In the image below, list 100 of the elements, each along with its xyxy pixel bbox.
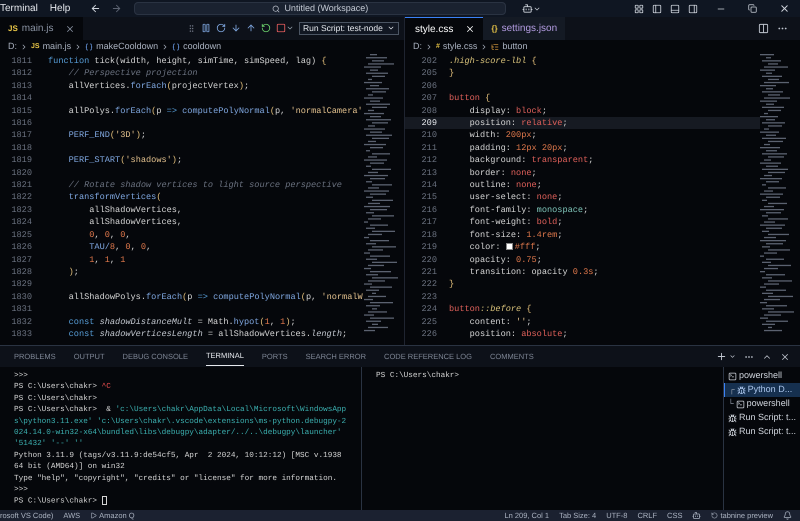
code-line: // Perspective projection [68,68,198,78]
breadcrumb-item[interactable]: button [502,40,528,54]
grip-icon[interactable] [187,24,196,32]
copilot-icon[interactable] [522,3,534,14]
toggle-secondary-sidebar-icon[interactable] [688,4,698,14]
code-line: PERF_END('3D'); [68,130,146,140]
line-number: 226 [420,328,438,340]
line-number: 217 [420,216,438,229]
close-icon[interactable] [779,3,790,14]
new-terminal-icon[interactable] [716,351,727,362]
search-icon [272,4,280,12]
bug-icon [736,386,746,394]
bug-icon [728,428,737,436]
close-icon[interactable] [65,24,76,34]
line-number: 1825 [10,228,33,242]
split-editor-icon[interactable] [758,23,769,34]
line-number: 1817 [10,129,33,142]
line-number: 1812 [10,67,33,80]
code-line: font-family: monospace; [468,204,588,215]
line-number: 220 [420,254,438,266]
layout-icon[interactable] [634,4,644,14]
line-number: 1816 [10,117,33,130]
menu-item[interactable]: Terminal [0,1,44,16]
line-number: 1833 [10,328,33,340]
tree-connector: └ [728,398,734,410]
copilot-icon[interactable] [692,511,702,520]
line-number: 207 [420,92,438,105]
toggle-sidebar-icon[interactable] [652,4,662,14]
terminal-list-item[interactable]: Run Script: t... [724,411,800,425]
line-number: 210 [420,129,438,142]
command-center-search[interactable]: Untitled (Workspace) [134,2,506,15]
line-number: 1830 [10,290,33,304]
breadcrumb-item[interactable]: main.js [42,40,72,54]
code-line: allShadowVertices, [88,204,182,215]
terminal-list-item[interactable]: powershell [724,369,800,383]
restore-icon[interactable] [748,4,757,13]
stop-icon[interactable] [276,23,286,33]
line-number: 209 [420,117,438,130]
terminal-icon [736,400,745,408]
code-line: const shadowVerticesLength = allShadowVertices.length; [68,328,348,339]
line-number: 1821 [10,179,33,192]
back-icon[interactable] [90,3,102,14]
caret-icon[interactable] [286,24,294,32]
code-line: padding: 12px 20px; [468,142,568,153]
terminal-list-item[interactable]: ┌ Python D... [724,383,800,397]
line-number: 218 [420,228,438,242]
notifications-icon[interactable] [783,511,792,520]
line-number: 212 [420,154,438,167]
breadcrumb-item[interactable]: makeCooldown [96,40,158,54]
tree-connector: ┌ [729,384,735,396]
symbol-icon [491,43,500,51]
terminal-list-item[interactable]: Run Script: t... [724,425,800,439]
code-line: PERF_START('shadows'); [68,155,182,166]
code-line: ); [68,266,79,277]
launch-config-dropdown[interactable]: Run Script: test-node [299,22,399,34]
terminal-icon [728,372,737,380]
editor-tab[interactable]: {} settings.json [483,17,566,40]
forward-icon[interactable] [111,3,122,14]
bug-icon [728,414,737,422]
code-line: font-size: 1.4rem; [468,230,562,240]
breadcrumb-item[interactable]: style.css [442,40,478,54]
step-out-icon[interactable] [246,23,256,33]
breadcrumb-item[interactable]: D: [413,40,422,54]
line-number: 211 [420,142,438,154]
variable-icon [85,43,94,51]
breadcrumb-item[interactable]: cooldown [183,40,222,54]
line-number: 1829 [10,278,33,291]
toggle-panel-icon[interactable] [670,4,680,14]
code-line: 1, 1, 1 [88,254,126,264]
line-number: 215 [420,191,438,204]
terminal-list-item[interactable]: └ powershell [724,397,800,411]
pause-icon[interactable] [201,23,211,33]
code-line: allShadowPolys.forEach(p => computePolyNormal(p, 'normalW [68,292,363,302]
menu-item[interactable]: Help [44,1,76,16]
line-number: 1820 [10,166,33,180]
line-number: 216 [420,204,438,216]
refresh-icon [711,512,718,519]
editor-tab[interactable]: JS main.js [0,17,84,40]
step-over-icon[interactable] [216,23,226,33]
variable-icon [172,43,180,51]
chevron-icon [425,43,433,51]
step-into-icon[interactable] [231,23,241,33]
close-icon[interactable] [465,24,476,34]
code-line: font-weight: bold; [468,217,562,228]
play-icon [90,512,98,519]
code-line: } [449,279,454,290]
code-line: 0, 0, 0, [88,230,131,240]
line-number: 219 [420,241,438,254]
code-line: TAU/8, 0, 0, [88,242,152,252]
code-line: const shadowDistanceMult = Math.hypot(1, 1); [68,316,296,327]
line-number: 1818 [10,142,33,154]
close-panel-icon[interactable] [780,352,790,362]
editor-tab[interactable]: style.css [405,17,484,40]
code-line: button::before { [449,304,532,314]
line-number: 205 [420,67,438,80]
breadcrumb-item[interactable]: D: [8,40,17,54]
caret-icon[interactable] [729,353,736,360]
restart-icon[interactable] [261,23,271,33]
code-line: content: ''; [468,316,532,327]
color-swatch[interactable] [506,243,513,250]
